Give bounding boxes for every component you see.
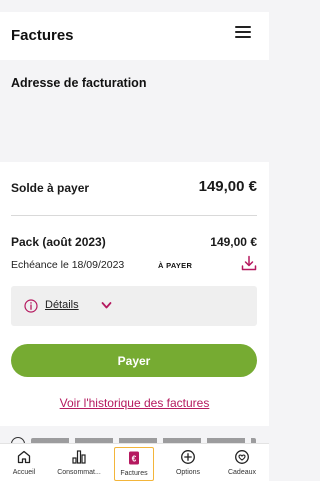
- tab-home[interactable]: Accueil: [4, 447, 44, 481]
- balance-amount: 149,00 €: [198, 178, 257, 195]
- tab-label: Accueil: [12, 469, 36, 476]
- status-badge: À PAYER: [158, 261, 193, 270]
- tab-gifts[interactable]: Cadeaux: [222, 447, 262, 481]
- tab-label: Options: [175, 469, 201, 476]
- svg-text:€: €: [132, 455, 137, 464]
- tab-invoices[interactable]: € Factures: [114, 447, 154, 481]
- info-icon: [24, 299, 38, 313]
- invoice-card: Solde à payer 149,00 € Pack (août 2023) …: [0, 162, 269, 426]
- billing-address-card: Adresse de facturation: [0, 62, 269, 162]
- chevron-down-icon: [101, 302, 112, 309]
- invoice-amount: 149,00 €: [210, 235, 257, 249]
- app-header: Factures: [0, 12, 269, 60]
- euro-invoice-icon: €: [129, 451, 139, 465]
- billing-address-title: Adresse de facturation: [11, 76, 147, 90]
- balance-label: Solde à payer: [11, 181, 90, 195]
- tab-consumption[interactable]: Consommat...: [54, 447, 104, 481]
- invoice-due-date: Echéance le 18/09/2023: [11, 259, 125, 271]
- invoices-screen: Factures Adresse de facturation Solde à …: [0, 0, 269, 481]
- chart-icon: [72, 450, 86, 464]
- download-icon[interactable]: [241, 255, 257, 271]
- details-toggle[interactable]: Détails: [11, 286, 257, 326]
- home-icon: [17, 450, 31, 464]
- invoice-history-link[interactable]: Voir l'historique des factures: [0, 396, 269, 410]
- invoice-title: Pack (août 2023): [11, 235, 106, 249]
- tab-label: Cadeaux: [227, 469, 257, 476]
- tab-label: Consommat...: [57, 469, 101, 476]
- divider: [11, 215, 257, 216]
- plus-circle-icon: [181, 450, 195, 464]
- menu-icon[interactable]: [235, 25, 251, 39]
- gift-icon: [235, 450, 249, 464]
- pay-button[interactable]: Payer: [11, 344, 257, 377]
- tab-options[interactable]: Options: [168, 447, 208, 481]
- bottom-tab-bar: Accueil Consommat... € Factures Options: [0, 443, 269, 481]
- details-label[interactable]: Détails: [45, 299, 79, 311]
- page-title: Factures: [11, 27, 74, 44]
- tab-label: Factures: [120, 470, 148, 477]
